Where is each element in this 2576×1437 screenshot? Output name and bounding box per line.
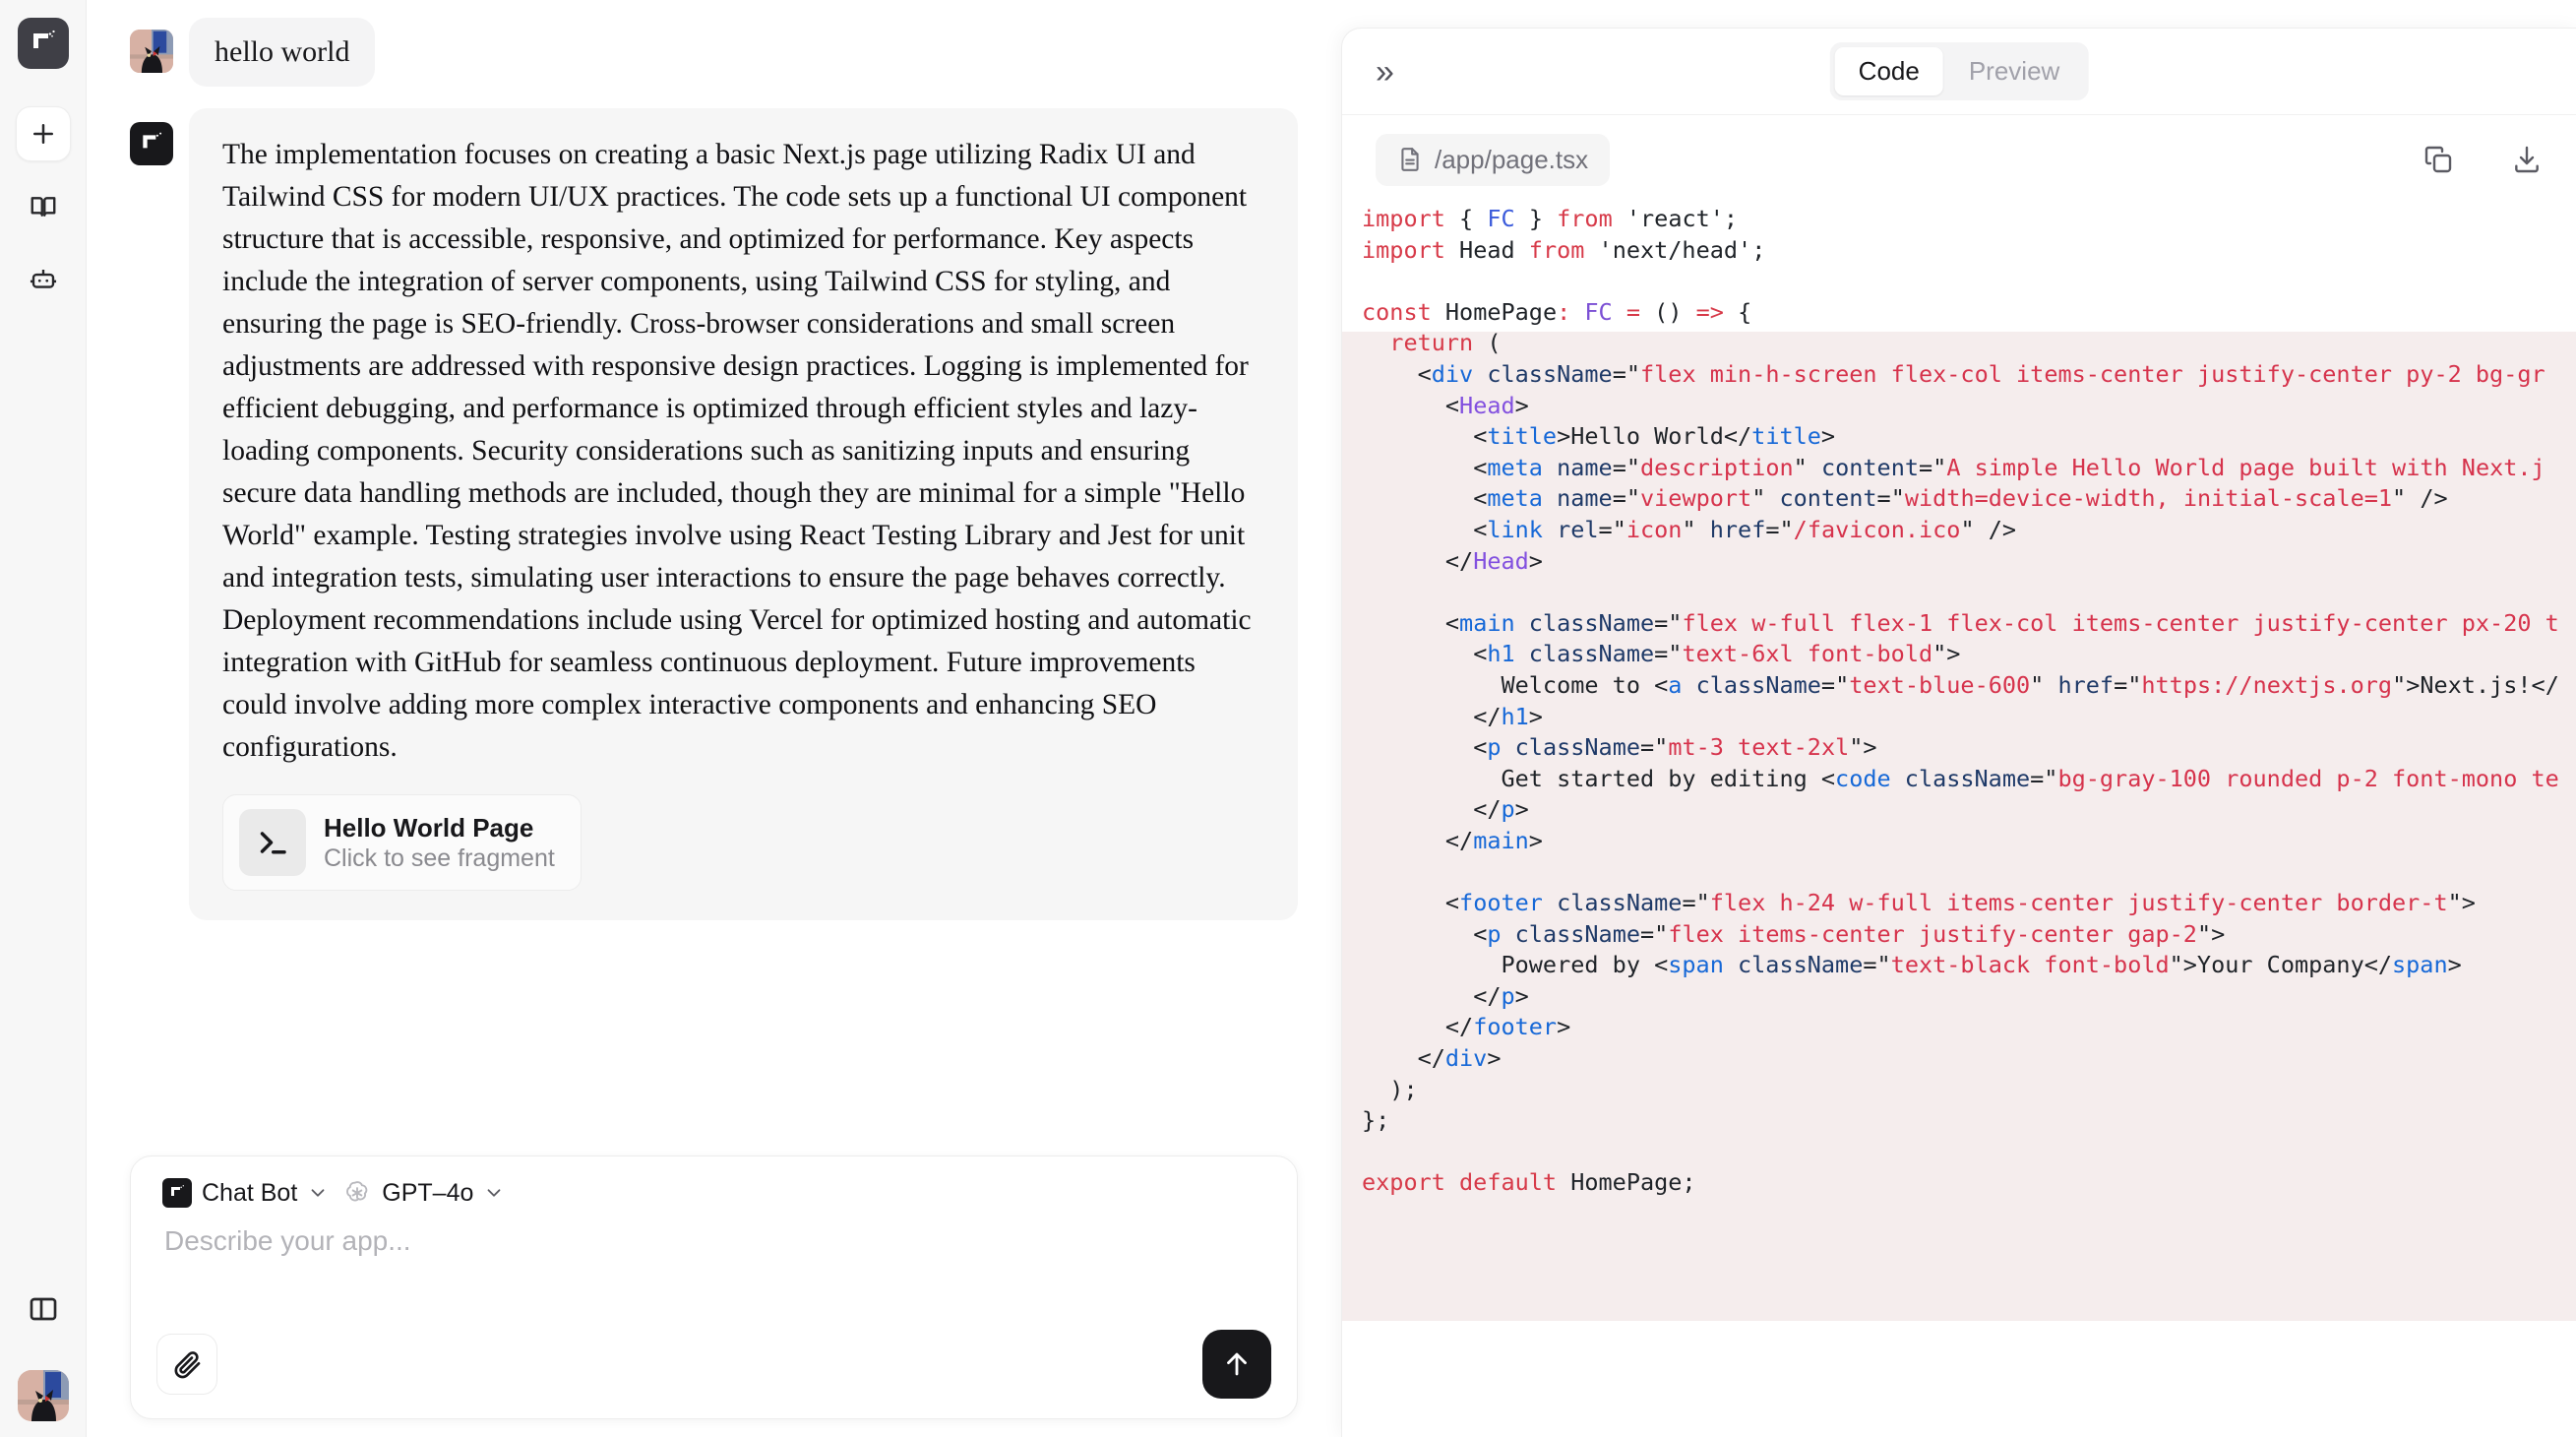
assistant-message-bubble: The implementation focuses on creating a… bbox=[189, 107, 1298, 921]
bots-button[interactable] bbox=[16, 252, 71, 307]
app-logo-icon[interactable] bbox=[17, 18, 69, 69]
terminal-icon bbox=[239, 809, 306, 877]
composer-wrapper: Chat Bot GPT–4o Describe your app... bbox=[87, 1156, 1341, 1437]
send-button[interactable] bbox=[1202, 1330, 1271, 1399]
user-message-text: hello world bbox=[189, 18, 376, 87]
chevron-down-icon bbox=[307, 1182, 329, 1204]
bot-selector-label: Chat Bot bbox=[202, 1178, 298, 1207]
chat-column: hello world The implementation focuses o… bbox=[87, 0, 1341, 1437]
file-text-icon bbox=[1397, 147, 1423, 172]
model-selector[interactable]: GPT–4o bbox=[342, 1178, 505, 1208]
model-selector-label: GPT–4o bbox=[382, 1178, 474, 1207]
assistant-message-text: The implementation focuses on creating a… bbox=[222, 138, 1252, 764]
preview-actions bbox=[2423, 144, 2543, 175]
fragment-title: Hello World Page bbox=[324, 812, 534, 843]
preview-header: » Code Preview bbox=[1342, 29, 2576, 115]
preview-panel: » Code Preview /app/page.tsx import {FC… bbox=[1341, 28, 2576, 1437]
chat-messages[interactable]: hello world The implementation focuses o… bbox=[87, 0, 1341, 1156]
paperclip-icon[interactable] bbox=[156, 1334, 217, 1395]
composer-footer bbox=[153, 1330, 1275, 1399]
fragment-card[interactable]: Hello World Page Click to see fragment bbox=[222, 794, 582, 892]
chevrons-right-icon[interactable]: » bbox=[1376, 55, 1394, 89]
composer-header: Chat Bot GPT–4o bbox=[153, 1174, 1275, 1208]
openai-icon bbox=[342, 1178, 372, 1208]
panel-toggle-icon[interactable] bbox=[16, 1281, 71, 1337]
user-avatar[interactable] bbox=[17, 1370, 69, 1421]
chevron-down-icon bbox=[483, 1182, 505, 1204]
file-name-label: /app/page.tsx bbox=[1435, 144, 1589, 174]
preview-tabs: Code Preview bbox=[1829, 42, 2089, 100]
copy-icon[interactable] bbox=[2423, 144, 2454, 175]
assistant-avatar-icon bbox=[130, 121, 173, 165]
message-assistant: The implementation focuses on creating a… bbox=[130, 107, 1298, 921]
download-icon[interactable] bbox=[2511, 144, 2543, 175]
code-content: import { FC } from 'react'; import Head … bbox=[1362, 205, 2559, 1197]
preview-subbar: /app/page.tsx bbox=[1342, 115, 2576, 204]
left-rail bbox=[0, 0, 87, 1437]
user-avatar bbox=[130, 30, 173, 73]
tab-preview[interactable]: Preview bbox=[1945, 47, 2083, 95]
app-logo-icon bbox=[162, 1178, 192, 1208]
fragment-texts: Hello World Page Click to see fragment bbox=[324, 812, 555, 875]
composer[interactable]: Chat Bot GPT–4o Describe your app... bbox=[130, 1156, 1298, 1419]
message-user: hello world bbox=[130, 18, 1298, 87]
describe-app-input[interactable]: Describe your app... bbox=[153, 1208, 1275, 1330]
app-root: hello world The implementation focuses o… bbox=[0, 0, 2576, 1437]
library-button[interactable] bbox=[16, 179, 71, 234]
new-chat-button[interactable] bbox=[15, 106, 71, 161]
bot-selector[interactable]: Chat Bot bbox=[162, 1178, 329, 1208]
tab-code[interactable]: Code bbox=[1834, 47, 1943, 95]
fragment-subtitle: Click to see fragment bbox=[324, 844, 555, 873]
file-chip[interactable]: /app/page.tsx bbox=[1376, 133, 1611, 186]
code-viewer[interactable]: import { FC } from 'react'; import Head … bbox=[1342, 204, 2576, 1437]
